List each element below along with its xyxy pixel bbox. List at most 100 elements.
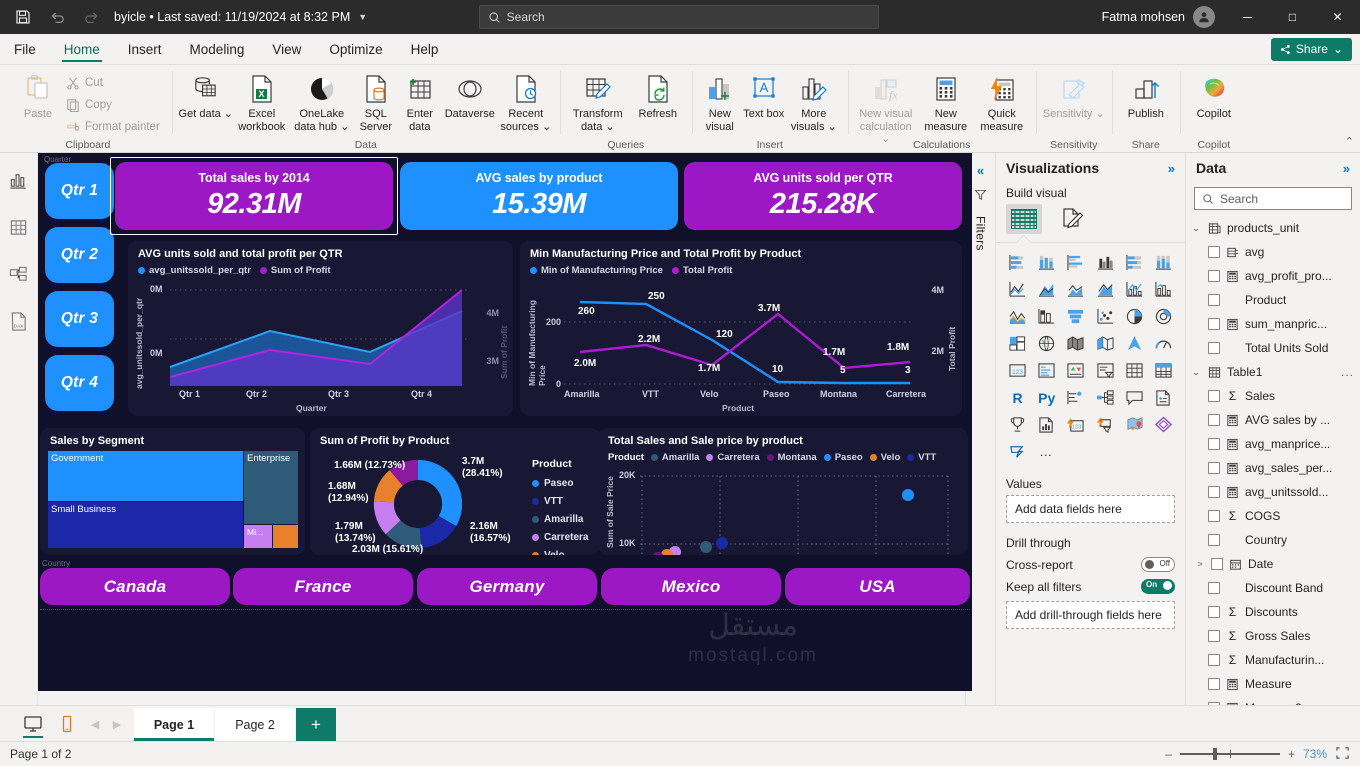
sensitivity-button[interactable]: Sensitivity ⌄ (1042, 68, 1106, 121)
minimize-button[interactable]: ─ (1225, 0, 1270, 34)
redo-icon[interactable] (74, 0, 108, 34)
field-checkbox[interactable] (1211, 558, 1223, 571)
field-checkbox[interactable] (1208, 438, 1220, 451)
metrics-icon[interactable] (1003, 412, 1032, 437)
power-apps-icon[interactable]: 123 (1061, 412, 1090, 437)
save-icon[interactable] (6, 0, 40, 34)
donut-chart-icon[interactable] (1149, 304, 1178, 329)
kpi-icon[interactable] (1061, 358, 1090, 383)
avatar[interactable] (1193, 6, 1215, 28)
shape-map-icon[interactable] (1090, 331, 1119, 356)
funnel-icon[interactable] (1061, 304, 1090, 329)
gauge-icon[interactable] (1149, 331, 1178, 356)
page-tab-page-1[interactable]: Page 1 (134, 708, 214, 741)
cross-report-toggle[interactable]: Off (1141, 557, 1175, 572)
undo-icon[interactable] (40, 0, 74, 34)
add-page-button[interactable]: + (296, 708, 336, 741)
field-checkbox[interactable] (1208, 678, 1220, 691)
field-checkbox[interactable] (1208, 582, 1220, 595)
field-checkbox[interactable] (1208, 630, 1220, 643)
menu-optimize[interactable]: Optimize (315, 34, 396, 64)
report-view-icon[interactable] (4, 167, 34, 193)
field-checkbox[interactable] (1208, 510, 1220, 523)
decomposition-tree-icon[interactable] (1090, 385, 1119, 410)
quarter-slicer-item-qtr4[interactable]: Qtr 4 (45, 355, 114, 411)
data-field-table1[interactable]: ⌄ Table1 ... (1190, 360, 1360, 384)
treemap-tile-enterprise[interactable]: Enterprise (244, 451, 298, 524)
drill-through-dropzone[interactable]: Add drill-through fields here (1006, 601, 1175, 629)
close-button[interactable]: ✕ (1315, 0, 1360, 34)
data-search-input[interactable]: Search (1194, 187, 1352, 211)
data-field-avg-sales-by[interactable]: AVG sales by ... (1190, 408, 1360, 432)
data-field-avg[interactable]: avg (1190, 240, 1360, 264)
quick-measure-button[interactable]: Quick measure (974, 68, 1030, 133)
more-options-icon[interactable]: … (1032, 439, 1061, 464)
data-field-country[interactable]: Country (1190, 528, 1360, 552)
line-chart-visual[interactable]: Min Manufacturing Price and Total Profit… (520, 241, 962, 416)
arcgis-maps-icon[interactable] (1120, 412, 1149, 437)
filters-expand-button[interactable]: « (977, 163, 984, 178)
chevron-down-icon[interactable]: ⌄ (1190, 367, 1202, 378)
data-field-products-unit[interactable]: ⌄ products_unit (1190, 216, 1360, 240)
treemap-tile-channel-partners[interactable] (273, 525, 298, 548)
zoom-slider[interactable] (1179, 748, 1280, 760)
title-dropdown-caret[interactable]: ▼ (358, 12, 367, 22)
country-slicer-item-france[interactable]: France (233, 568, 413, 605)
waterfall-chart-icon[interactable] (1003, 304, 1032, 329)
clustered-column-chart-icon[interactable] (1090, 250, 1119, 275)
excel-workbook-button[interactable]: X Excel workbook (234, 68, 290, 133)
data-field-discounts[interactable]: Σ Discounts (1190, 600, 1360, 624)
keep-all-filters-toggle[interactable]: On (1141, 579, 1175, 594)
filled-map-icon[interactable] (1061, 331, 1090, 356)
collapse-ribbon-button[interactable]: ⌃ (1345, 135, 1354, 148)
chartex-icon[interactable] (1003, 439, 1032, 464)
fit-to-page-icon[interactable] (1335, 746, 1350, 763)
field-checkbox[interactable] (1208, 486, 1220, 499)
prev-page-button[interactable]: ◀ (84, 710, 106, 738)
data-field-discount-band[interactable]: Discount Band (1190, 576, 1360, 600)
country-slicer-item-mexico[interactable]: Mexico (601, 568, 781, 605)
line-and-clustered-column-chart-icon[interactable] (1120, 277, 1149, 302)
data-field-sum-manpric[interactable]: sum_manpric... (1190, 312, 1360, 336)
data-field-gross-sales[interactable]: Σ Gross Sales (1190, 624, 1360, 648)
copy-button[interactable]: Copy (66, 94, 166, 116)
slicer-icon[interactable] (1090, 358, 1119, 383)
line-and-stacked-column-chart-icon[interactable] (1090, 277, 1119, 302)
visualizations-expand-button[interactable]: » (1168, 161, 1175, 176)
paginated-report-icon[interactable] (1032, 412, 1061, 437)
mobile-layout-icon[interactable] (50, 710, 84, 738)
data-field-sales[interactable]: Σ Sales (1190, 384, 1360, 408)
build-visual-tab[interactable] (1006, 204, 1042, 234)
field-checkbox[interactable] (1208, 342, 1220, 355)
onelake-data-hub-button[interactable]: OneLake data hub ⌄ (290, 68, 354, 133)
card-icon[interactable]: 123 (1003, 358, 1032, 383)
field-checkbox[interactable] (1208, 246, 1220, 259)
new-measure-button[interactable]: New measure (918, 68, 974, 133)
treemap-icon[interactable] (1003, 331, 1032, 356)
format-visual-tab[interactable] (1054, 204, 1090, 234)
refresh-button[interactable]: Refresh (630, 68, 686, 121)
recent-sources-button[interactable]: Recent sources ⌄ (498, 68, 554, 133)
chevron-down-icon[interactable]: ⌄ (1190, 223, 1202, 234)
data-field-avg-manprice[interactable]: avg_manprice... (1190, 432, 1360, 456)
data-field-manufacturing[interactable]: Σ Manufacturin... (1190, 648, 1360, 672)
share-button[interactable]: Share ⌄ (1270, 37, 1352, 61)
r-script-visual-icon[interactable]: R (1003, 385, 1032, 410)
dataverse-button[interactable]: Dataverse (442, 68, 498, 121)
model-view-icon[interactable] (4, 261, 34, 287)
matrix-icon[interactable] (1149, 358, 1178, 383)
kpi-avg-units-sold-per-qtr[interactable]: AVG units sold per QTR 215.28K (684, 162, 962, 230)
get-data-button[interactable]: Get data ⌄ (178, 68, 234, 121)
page-tab-page-2[interactable]: Page 2 (215, 708, 295, 741)
menu-home[interactable]: Home (50, 34, 114, 64)
data-field-measure[interactable]: Measure (1190, 672, 1360, 696)
country-slicer-item-canada[interactable]: Canada (40, 568, 230, 605)
format-painter-button[interactable]: Format painter (66, 116, 166, 138)
key-influencers-icon[interactable] (1061, 385, 1090, 410)
data-field-avg-profit-pro[interactable]: avg_profit_pro... (1190, 264, 1360, 288)
stacked-area-chart-icon[interactable] (1061, 277, 1090, 302)
menu-modeling[interactable]: Modeling (176, 34, 259, 64)
table-view-icon[interactable] (4, 214, 34, 240)
field-checkbox[interactable] (1208, 390, 1220, 403)
field-checkbox[interactable] (1208, 462, 1220, 475)
